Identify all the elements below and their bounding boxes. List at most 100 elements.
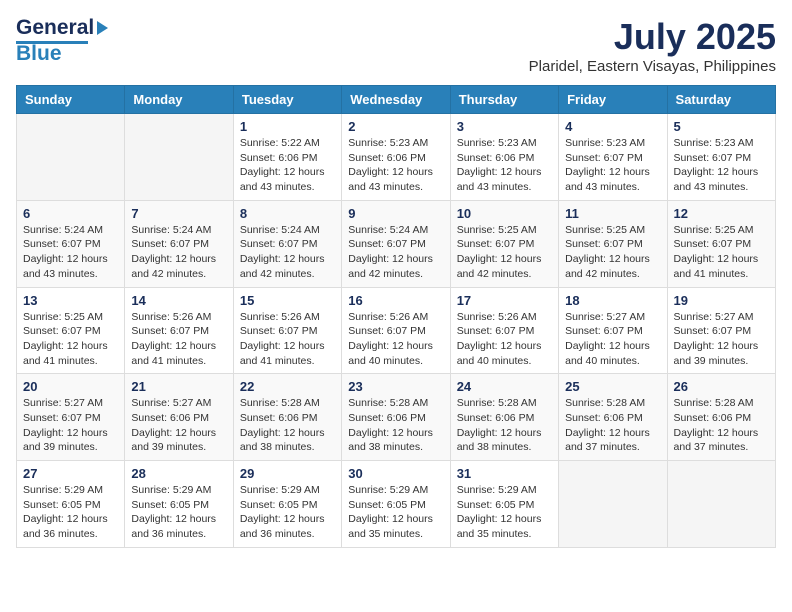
calendar-week-row: 13 Sunrise: 5:25 AM Sunset: 6:07 PM Dayli…	[17, 287, 776, 374]
day-number: 29	[240, 466, 335, 481]
calendar-week-row: 6Sunrise: 5:24 AM Sunset: 6:07 PM Daylig…	[17, 200, 776, 287]
calendar-header-tuesday: Tuesday	[233, 86, 341, 114]
calendar-cell: 22 Sunrise: 5:28 AM Sunset: 6:06 PM Dayli…	[233, 374, 341, 461]
day-info: Sunrise: 5:25 AM Sunset: 6:07 PM Dayligh…	[457, 223, 552, 282]
calendar-cell: 18Sunrise: 5:27 AM Sunset: 6:07 PM Dayli…	[559, 287, 667, 374]
calendar-header-wednesday: Wednesday	[342, 86, 450, 114]
calendar-header-sunday: Sunday	[17, 86, 125, 114]
calendar-header-thursday: Thursday	[450, 86, 558, 114]
calendar-cell: 4 Sunrise: 5:23 AM Sunset: 6:07 PM Daylig…	[559, 114, 667, 201]
day-info: Sunrise: 5:26 AM Sunset: 6:07 PM Dayligh…	[348, 310, 443, 369]
day-number: 23	[348, 379, 443, 394]
day-info: Sunrise: 5:28 AM Sunset: 6:06 PM Dayligh…	[674, 396, 769, 455]
day-info: Sunrise: 5:28 AM Sunset: 6:06 PM Dayligh…	[457, 396, 552, 455]
day-info: Sunrise: 5:24 AM Sunset: 6:07 PM Dayligh…	[240, 223, 335, 282]
day-info: Sunrise: 5:26 AM Sunset: 6:07 PM Dayligh…	[131, 310, 226, 369]
day-info: Sunrise: 5:27 AM Sunset: 6:06 PM Dayligh…	[131, 396, 226, 455]
day-number: 27	[23, 466, 118, 481]
calendar-cell	[667, 461, 775, 548]
month-year-title: July 2025	[529, 16, 776, 58]
calendar-cell: 9 Sunrise: 5:24 AM Sunset: 6:07 PM Daylig…	[342, 200, 450, 287]
calendar-cell: 16 Sunrise: 5:26 AM Sunset: 6:07 PM Dayli…	[342, 287, 450, 374]
day-info: Sunrise: 5:29 AM Sunset: 6:05 PM Dayligh…	[131, 483, 226, 542]
calendar-cell: 30Sunrise: 5:29 AM Sunset: 6:05 PM Dayli…	[342, 461, 450, 548]
day-number: 2	[348, 119, 443, 134]
day-number: 3	[457, 119, 552, 134]
day-number: 16	[348, 293, 443, 308]
day-info: Sunrise: 5:24 AM Sunset: 6:07 PM Dayligh…	[23, 223, 118, 282]
calendar-cell: 3 Sunrise: 5:23 AM Sunset: 6:06 PM Daylig…	[450, 114, 558, 201]
day-number: 21	[131, 379, 226, 394]
day-number: 10	[457, 206, 552, 221]
calendar-cell: 21 Sunrise: 5:27 AM Sunset: 6:06 PM Dayli…	[125, 374, 233, 461]
day-info: Sunrise: 5:28 AM Sunset: 6:06 PM Dayligh…	[565, 396, 660, 455]
day-info: Sunrise: 5:23 AM Sunset: 6:06 PM Dayligh…	[348, 136, 443, 195]
day-info: Sunrise: 5:27 AM Sunset: 6:07 PM Dayligh…	[674, 310, 769, 369]
day-number: 20	[23, 379, 118, 394]
calendar-cell: 2 Sunrise: 5:23 AM Sunset: 6:06 PM Daylig…	[342, 114, 450, 201]
calendar-cell: 11Sunrise: 5:25 AM Sunset: 6:07 PM Dayli…	[559, 200, 667, 287]
calendar-cell: 20 Sunrise: 5:27 AM Sunset: 6:07 PM Dayli…	[17, 374, 125, 461]
calendar-cell: 8Sunrise: 5:24 AM Sunset: 6:07 PM Daylig…	[233, 200, 341, 287]
page-header: General Blue July 2025 Plaridel, Eastern…	[16, 16, 776, 75]
day-number: 9	[348, 206, 443, 221]
calendar-cell: 10 Sunrise: 5:25 AM Sunset: 6:07 PM Dayli…	[450, 200, 558, 287]
calendar-cell: 24 Sunrise: 5:28 AM Sunset: 6:06 PM Dayli…	[450, 374, 558, 461]
calendar-cell: 28 Sunrise: 5:29 AM Sunset: 6:05 PM Dayli…	[125, 461, 233, 548]
calendar-cell: 23 Sunrise: 5:28 AM Sunset: 6:06 PM Dayli…	[342, 374, 450, 461]
day-number: 13	[23, 293, 118, 308]
day-number: 7	[131, 206, 226, 221]
day-number: 15	[240, 293, 335, 308]
day-info: Sunrise: 5:24 AM Sunset: 6:07 PM Dayligh…	[131, 223, 226, 282]
day-info: Sunrise: 5:26 AM Sunset: 6:07 PM Dayligh…	[457, 310, 552, 369]
calendar-cell: 5Sunrise: 5:23 AM Sunset: 6:07 PM Daylig…	[667, 114, 775, 201]
day-number: 28	[131, 466, 226, 481]
calendar-week-row: 27 Sunrise: 5:29 AM Sunset: 6:05 PM Dayli…	[17, 461, 776, 548]
day-number: 4	[565, 119, 660, 134]
calendar-cell: 6Sunrise: 5:24 AM Sunset: 6:07 PM Daylig…	[17, 200, 125, 287]
day-info: Sunrise: 5:25 AM Sunset: 6:07 PM Dayligh…	[674, 223, 769, 282]
day-number: 31	[457, 466, 552, 481]
day-info: Sunrise: 5:24 AM Sunset: 6:07 PM Dayligh…	[348, 223, 443, 282]
day-number: 11	[565, 206, 660, 221]
day-info: Sunrise: 5:22 AM Sunset: 6:06 PM Dayligh…	[240, 136, 335, 195]
calendar-header-friday: Friday	[559, 86, 667, 114]
calendar-week-row: 1Sunrise: 5:22 AM Sunset: 6:06 PM Daylig…	[17, 114, 776, 201]
calendar-cell: 12Sunrise: 5:25 AM Sunset: 6:07 PM Dayli…	[667, 200, 775, 287]
day-number: 30	[348, 466, 443, 481]
calendar-cell: 13 Sunrise: 5:25 AM Sunset: 6:07 PM Dayli…	[17, 287, 125, 374]
day-info: Sunrise: 5:29 AM Sunset: 6:05 PM Dayligh…	[457, 483, 552, 542]
day-info: Sunrise: 5:27 AM Sunset: 6:07 PM Dayligh…	[565, 310, 660, 369]
location-text: Plaridel, Eastern Visayas, Philippines	[529, 58, 776, 75]
day-info: Sunrise: 5:23 AM Sunset: 6:07 PM Dayligh…	[674, 136, 769, 195]
calendar-cell	[125, 114, 233, 201]
day-info: Sunrise: 5:29 AM Sunset: 6:05 PM Dayligh…	[240, 483, 335, 542]
day-info: Sunrise: 5:23 AM Sunset: 6:06 PM Dayligh…	[457, 136, 552, 195]
calendar-cell: 15Sunrise: 5:26 AM Sunset: 6:07 PM Dayli…	[233, 287, 341, 374]
day-number: 17	[457, 293, 552, 308]
logo: General Blue	[16, 16, 108, 66]
day-number: 22	[240, 379, 335, 394]
calendar-cell: 26 Sunrise: 5:28 AM Sunset: 6:06 PM Dayli…	[667, 374, 775, 461]
calendar-cell: 7 Sunrise: 5:24 AM Sunset: 6:07 PM Daylig…	[125, 200, 233, 287]
day-number: 25	[565, 379, 660, 394]
calendar-cell: 25 Sunrise: 5:28 AM Sunset: 6:06 PM Dayli…	[559, 374, 667, 461]
calendar-cell: 31 Sunrise: 5:29 AM Sunset: 6:05 PM Dayli…	[450, 461, 558, 548]
day-info: Sunrise: 5:28 AM Sunset: 6:06 PM Dayligh…	[348, 396, 443, 455]
calendar-cell: 29 Sunrise: 5:29 AM Sunset: 6:05 PM Dayli…	[233, 461, 341, 548]
calendar-cell	[17, 114, 125, 201]
calendar-cell: 1Sunrise: 5:22 AM Sunset: 6:06 PM Daylig…	[233, 114, 341, 201]
calendar-cell: 19 Sunrise: 5:27 AM Sunset: 6:07 PM Dayli…	[667, 287, 775, 374]
day-info: Sunrise: 5:23 AM Sunset: 6:07 PM Dayligh…	[565, 136, 660, 195]
day-info: Sunrise: 5:29 AM Sunset: 6:05 PM Dayligh…	[23, 483, 118, 542]
calendar-cell: 27 Sunrise: 5:29 AM Sunset: 6:05 PM Dayli…	[17, 461, 125, 548]
day-number: 19	[674, 293, 769, 308]
calendar-table: SundayMondayTuesdayWednesdayThursdayFrid…	[16, 85, 776, 548]
calendar-header-saturday: Saturday	[667, 86, 775, 114]
day-number: 26	[674, 379, 769, 394]
logo-general: General	[16, 16, 94, 40]
day-info: Sunrise: 5:27 AM Sunset: 6:07 PM Dayligh…	[23, 396, 118, 455]
day-info: Sunrise: 5:25 AM Sunset: 6:07 PM Dayligh…	[23, 310, 118, 369]
day-info: Sunrise: 5:28 AM Sunset: 6:06 PM Dayligh…	[240, 396, 335, 455]
day-number: 24	[457, 379, 552, 394]
